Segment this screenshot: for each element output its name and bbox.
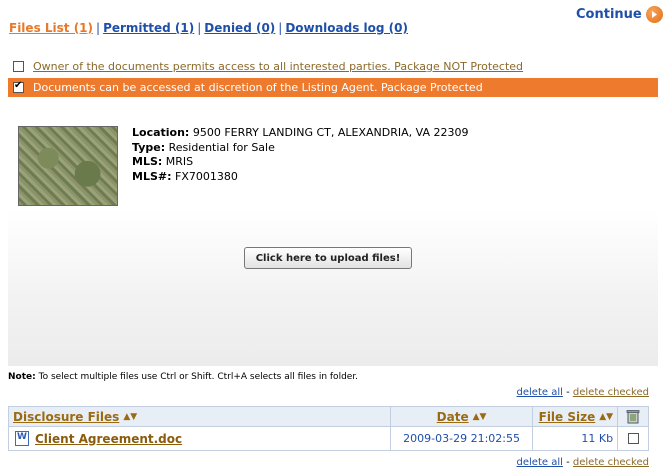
- files-table: Disclosure Files ▲▼ Date ▲▼ File Size ▲▼…: [8, 406, 649, 451]
- delete-checked-link[interactable]: delete checked: [573, 387, 649, 398]
- delete-all-link[interactable]: delete all: [517, 387, 563, 398]
- arrow-right-circle-icon: [645, 6, 663, 23]
- table-actions-bottom: delete all - delete checked: [517, 457, 649, 468]
- table-row: Client Agreement.doc 2009-03-29 21:02:55…: [8, 427, 649, 451]
- col-file-size[interactable]: File Size ▲▼: [533, 407, 619, 426]
- table-actions-top: delete all - delete checked: [517, 387, 649, 398]
- col-date[interactable]: Date ▲▼: [391, 407, 534, 426]
- checkbox-protected[interactable]: [13, 80, 24, 93]
- delete-checked-link[interactable]: delete checked: [573, 457, 649, 468]
- delete-all-link[interactable]: delete all: [517, 457, 563, 468]
- property-aerial-thumbnail: [18, 126, 118, 206]
- mlsnum-value: FX7001380: [175, 169, 238, 183]
- upload-area: Location: 9500 FERRY LANDING CT, ALEXAND…: [8, 110, 658, 366]
- continue-label: Continue: [576, 7, 642, 22]
- note-label: Note:: [8, 372, 36, 382]
- note: Note: To select multiple files use Ctrl …: [8, 372, 358, 382]
- mls-label: MLS:: [132, 155, 163, 168]
- col-date-label[interactable]: Date: [437, 410, 469, 424]
- option-not-protected-label[interactable]: Owner of the documents permits access to…: [33, 60, 523, 73]
- file-cell: Client Agreement.doc: [9, 427, 391, 450]
- continue-button[interactable]: Continue: [576, 6, 663, 23]
- col-disclosure-files-label[interactable]: Disclosure Files: [13, 410, 119, 424]
- option-protected-label: Documents can be accessed at discretion …: [33, 81, 483, 94]
- location-label: Location:: [132, 126, 190, 139]
- col-delete: [618, 407, 648, 426]
- select-cell: [618, 427, 648, 450]
- tab-downloads-log[interactable]: Downloads log (0): [285, 21, 408, 35]
- listing-info: Location: 9500 FERRY LANDING CT, ALEXAND…: [132, 126, 469, 184]
- mlsnum-label: MLS#:: [132, 169, 172, 183]
- tab-files-list[interactable]: Files List (1): [9, 21, 93, 35]
- row-checkbox[interactable]: [627, 433, 639, 444]
- sort-arrow-icon[interactable]: ▲▼: [599, 412, 613, 422]
- type-value: Residential for Sale: [168, 140, 275, 154]
- table-header: Disclosure Files ▲▼ Date ▲▼ File Size ▲▼: [8, 406, 649, 427]
- upload-files-button[interactable]: Click here to upload files!: [244, 247, 412, 269]
- file-size: 11 Kb: [581, 432, 614, 445]
- tab-permitted[interactable]: Permitted (1): [103, 21, 194, 35]
- location-value: 9500 FERRY LANDING CT, ALEXANDRIA, VA 22…: [192, 126, 469, 139]
- option-protected[interactable]: Documents can be accessed at discretion …: [8, 78, 658, 97]
- file-name-link[interactable]: Client Agreement.doc: [35, 432, 182, 446]
- checkbox-not-protected[interactable]: [13, 61, 24, 72]
- option-not-protected[interactable]: Owner of the documents permits access to…: [8, 57, 658, 76]
- tab-separator: |: [197, 21, 202, 35]
- tab-separator: |: [278, 21, 283, 35]
- type-label: Type:: [132, 140, 166, 154]
- size-cell: 11 Kb: [533, 427, 619, 450]
- date-cell: 2009-03-29 21:02:55: [391, 427, 534, 450]
- mls-value: MRIS: [165, 155, 194, 168]
- tab-separator: |: [96, 21, 101, 35]
- word-document-icon: [15, 431, 29, 446]
- sort-arrow-icon[interactable]: ▲▼: [123, 412, 137, 422]
- file-date: 2009-03-29 21:02:55: [403, 432, 520, 445]
- actions-separator: -: [566, 387, 570, 398]
- tab-bar: Files List (1) | Permitted (1) | Denied (0) |…: [9, 21, 408, 35]
- trash-icon: [626, 410, 640, 424]
- tab-denied[interactable]: Denied (0): [204, 21, 275, 35]
- col-disclosure-files[interactable]: Disclosure Files ▲▼: [9, 407, 391, 426]
- sort-arrow-icon[interactable]: ▲▼: [473, 412, 487, 422]
- actions-separator: -: [566, 457, 570, 468]
- col-file-size-label[interactable]: File Size: [539, 410, 596, 424]
- note-text: To select multiple files use Ctrl or Shi…: [38, 372, 359, 382]
